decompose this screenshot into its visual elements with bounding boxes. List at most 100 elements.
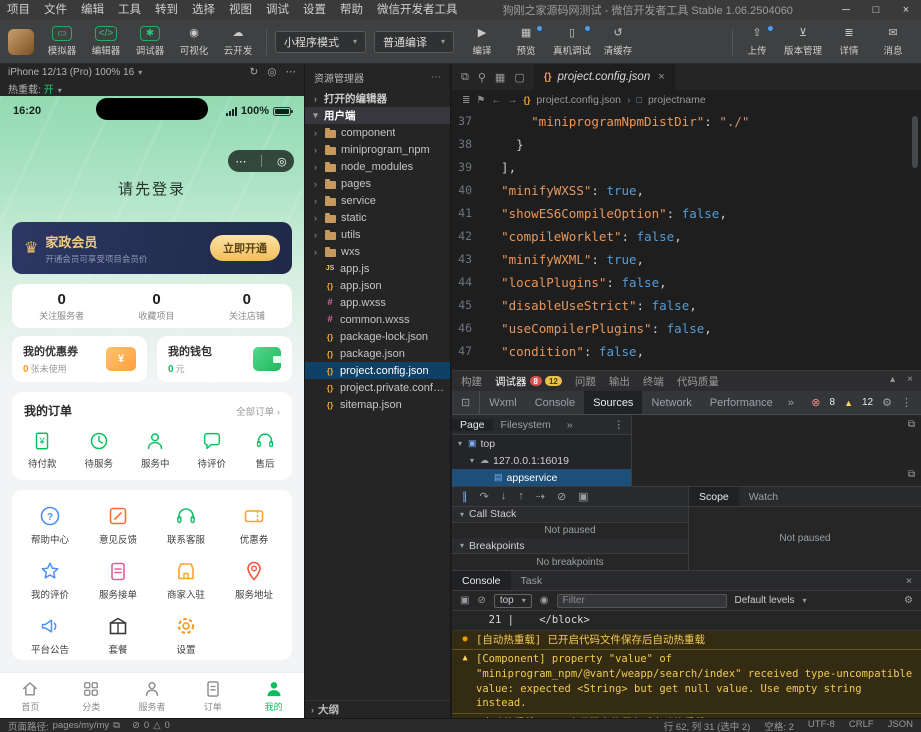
grid-item-announcements[interactable]: 平台公告 bbox=[16, 614, 84, 656]
scope-watch-tab[interactable]: Watch bbox=[739, 487, 788, 506]
forward-arrow-icon[interactable]: → bbox=[507, 95, 517, 106]
toolbar-right-button[interactable]: ⇧ 上传 bbox=[737, 26, 777, 57]
page-path[interactable]: 页面路径: pages/my/my ⧉ bbox=[8, 719, 120, 732]
step-out-icon[interactable]: ↑ bbox=[518, 490, 524, 502]
toolbar-action-button[interactable]: ↺ 清缓存 bbox=[598, 26, 638, 57]
file-tree-row[interactable]: › miniprogram_npm bbox=[305, 141, 450, 158]
order-item-after-sale[interactable]: 售后 bbox=[254, 430, 276, 470]
eol-setting[interactable]: CRLF bbox=[849, 719, 874, 732]
toolbar-action-button[interactable]: ▶ 编译 bbox=[462, 26, 502, 57]
hot-reload-toggle[interactable]: 热重载:开▾ bbox=[8, 81, 62, 96]
menu-item[interactable]: 帮助 bbox=[333, 0, 370, 20]
debugger-panel-tab[interactable]: 输出 bbox=[609, 374, 630, 389]
debugger-panel-tab[interactable]: 终端 bbox=[643, 374, 664, 389]
tab-overflow-icon[interactable]: » bbox=[782, 391, 800, 414]
problems-summary[interactable]: ⊘ 0 △ 0 bbox=[132, 720, 170, 731]
grid-item-service-address[interactable]: 服务地址 bbox=[220, 559, 288, 601]
menu-item[interactable]: 设置 bbox=[296, 0, 333, 20]
devtools-settings-icon[interactable]: ⚙ bbox=[882, 396, 892, 409]
menu-item[interactable]: 编辑 bbox=[74, 0, 111, 20]
step-icon[interactable]: ⇢ bbox=[536, 490, 545, 503]
toolbar-mode-button[interactable]: </> 编辑器 bbox=[86, 26, 126, 57]
menu-item[interactable]: 转到 bbox=[148, 0, 185, 20]
step-into-icon[interactable]: ↓ bbox=[501, 490, 507, 502]
file-tree-row[interactable]: project.private.config.js... bbox=[305, 379, 450, 396]
compile-mode-dropdown[interactable]: 普通编译 ▾ bbox=[374, 31, 454, 53]
devtools-tab[interactable]: Console bbox=[526, 391, 584, 414]
grid-item-packages[interactable]: 套餐 bbox=[84, 614, 152, 656]
file-tree-row[interactable]: › 打开的编辑器 bbox=[305, 90, 450, 107]
console-sidebar-icon[interactable]: ▣ bbox=[460, 595, 469, 606]
grid-item-merchant-join[interactable]: 商家入驻 bbox=[152, 559, 220, 601]
debugger-panel-tab[interactable]: 构建 bbox=[461, 374, 482, 389]
toolbar-action-button[interactable]: ▯ 真机调试 bbox=[550, 26, 594, 57]
maximize-button[interactable]: □ bbox=[861, 0, 891, 20]
tab-mine[interactable]: 我的 bbox=[243, 673, 304, 718]
warning-count-icon[interactable]: ▲ bbox=[844, 398, 853, 408]
toolbar-right-button[interactable]: ⊻ 版本管理 bbox=[781, 26, 825, 57]
more-icon[interactable]: ⋯ bbox=[235, 155, 246, 168]
context-selector[interactable]: top ▾ bbox=[494, 594, 532, 608]
expand-panel-icon[interactable]: ⧉ bbox=[908, 469, 915, 480]
menu-item[interactable]: 工具 bbox=[111, 0, 148, 20]
grid-item-settings[interactable]: 设置 bbox=[152, 614, 220, 656]
sources-tree-row[interactable]: ▤ appservice bbox=[452, 469, 631, 486]
clear-console-icon[interactable]: ⊘ bbox=[477, 595, 485, 606]
menu-item[interactable]: 调试 bbox=[259, 0, 296, 20]
toolbar-action-button[interactable]: ▦ 预览 bbox=[506, 26, 546, 57]
capsule-menu[interactable]: ⋯ ◎ bbox=[228, 150, 294, 172]
eye-icon[interactable]: ◉ bbox=[540, 595, 549, 606]
collapse-panel-icon[interactable]: ▴ bbox=[890, 374, 895, 385]
tab-close-icon[interactable]: × bbox=[658, 71, 664, 83]
menu-item[interactable]: 文件 bbox=[37, 0, 74, 20]
file-tree-row[interactable]: app.json bbox=[305, 277, 450, 294]
code-editor[interactable]: 37 "miniprogramNpmDistDir": "./" 38 } 39… bbox=[452, 110, 909, 370]
order-item-pending-review[interactable]: 待评价 bbox=[198, 430, 227, 470]
tab-orders[interactable]: 订单 bbox=[182, 673, 243, 718]
devtools-tab[interactable]: Wxml bbox=[480, 391, 526, 414]
file-tree-row[interactable]: › service bbox=[305, 192, 450, 209]
login-prompt[interactable]: 请先登录 bbox=[0, 178, 304, 199]
grid-item-take-orders[interactable]: 服务接单 bbox=[84, 559, 152, 601]
tab-home[interactable]: 首页 bbox=[0, 673, 61, 718]
grid-item-feedback[interactable]: 意见反馈 bbox=[84, 504, 152, 546]
order-item-in-service[interactable]: 服务中 bbox=[141, 430, 170, 470]
back-arrow-icon[interactable]: ← bbox=[491, 95, 501, 106]
grid-item-coupon[interactable]: 优惠券 bbox=[220, 504, 288, 546]
file-tree-row[interactable]: › utils bbox=[305, 226, 450, 243]
device-selector[interactable]: iPhone 12/13 (Pro) 100% 16▾ bbox=[8, 67, 142, 78]
debugger-panel-tab[interactable]: 调试器 8 12 bbox=[495, 374, 562, 389]
coupon-card[interactable]: 我的优惠券 0张未使用 bbox=[12, 336, 147, 382]
mode-dropdown[interactable]: 小程序模式 ▾ bbox=[275, 31, 366, 53]
step-over-icon[interactable]: ↷ bbox=[480, 490, 489, 503]
error-count-icon[interactable]: ⊗ bbox=[811, 396, 820, 409]
console-tab[interactable]: Console bbox=[452, 571, 511, 590]
close-miniprogram-icon[interactable]: ◎ bbox=[277, 155, 287, 168]
console-filter-input[interactable] bbox=[557, 594, 727, 608]
devtools-tab[interactable]: Network bbox=[642, 391, 700, 414]
file-tree-row[interactable]: › static bbox=[305, 209, 450, 226]
file-tree-row[interactable]: app.wxss bbox=[305, 294, 450, 311]
toolbar-mode-button[interactable]: ☁ 云开发 bbox=[218, 26, 258, 57]
toolbar-right-button[interactable]: ≣ 详情 bbox=[829, 26, 869, 57]
console-settings-icon[interactable]: ⚙ bbox=[904, 595, 913, 606]
close-drawer-icon[interactable]: × bbox=[906, 571, 921, 590]
editor-scrollbar[interactable] bbox=[912, 116, 918, 168]
toolbar-right-button[interactable]: ✉ 消息 bbox=[873, 26, 913, 57]
encoding-setting[interactable]: UTF-8 bbox=[808, 719, 835, 732]
cursor-position[interactable]: 行 62, 列 31 (选中 2) bbox=[664, 719, 751, 732]
toolbar-mode-button[interactable]: ▭ 模拟器 bbox=[42, 26, 82, 57]
split-editor-icon[interactable]: ⧉ bbox=[461, 71, 469, 84]
file-tree-row[interactable]: sitemap.json bbox=[305, 396, 450, 413]
rotate-icon[interactable]: ↻ bbox=[250, 66, 259, 78]
open-external-icon[interactable]: ⧉ bbox=[113, 720, 120, 731]
close-panel-icon[interactable]: × bbox=[907, 374, 913, 385]
menu-item[interactable]: 项目 bbox=[0, 0, 37, 20]
grid-item-customer-service[interactable]: 联系客服 bbox=[152, 504, 220, 546]
close-button[interactable]: × bbox=[891, 0, 921, 20]
outline-list-icon[interactable]: ≣ bbox=[462, 95, 470, 106]
order-item-pending-payment[interactable]: ¥ 待付款 bbox=[28, 430, 57, 470]
order-item-pending-service[interactable]: 待服务 bbox=[85, 430, 114, 470]
layout-grid-icon[interactable]: ▦ bbox=[495, 71, 505, 84]
file-tree-row[interactable]: package.json bbox=[305, 345, 450, 362]
